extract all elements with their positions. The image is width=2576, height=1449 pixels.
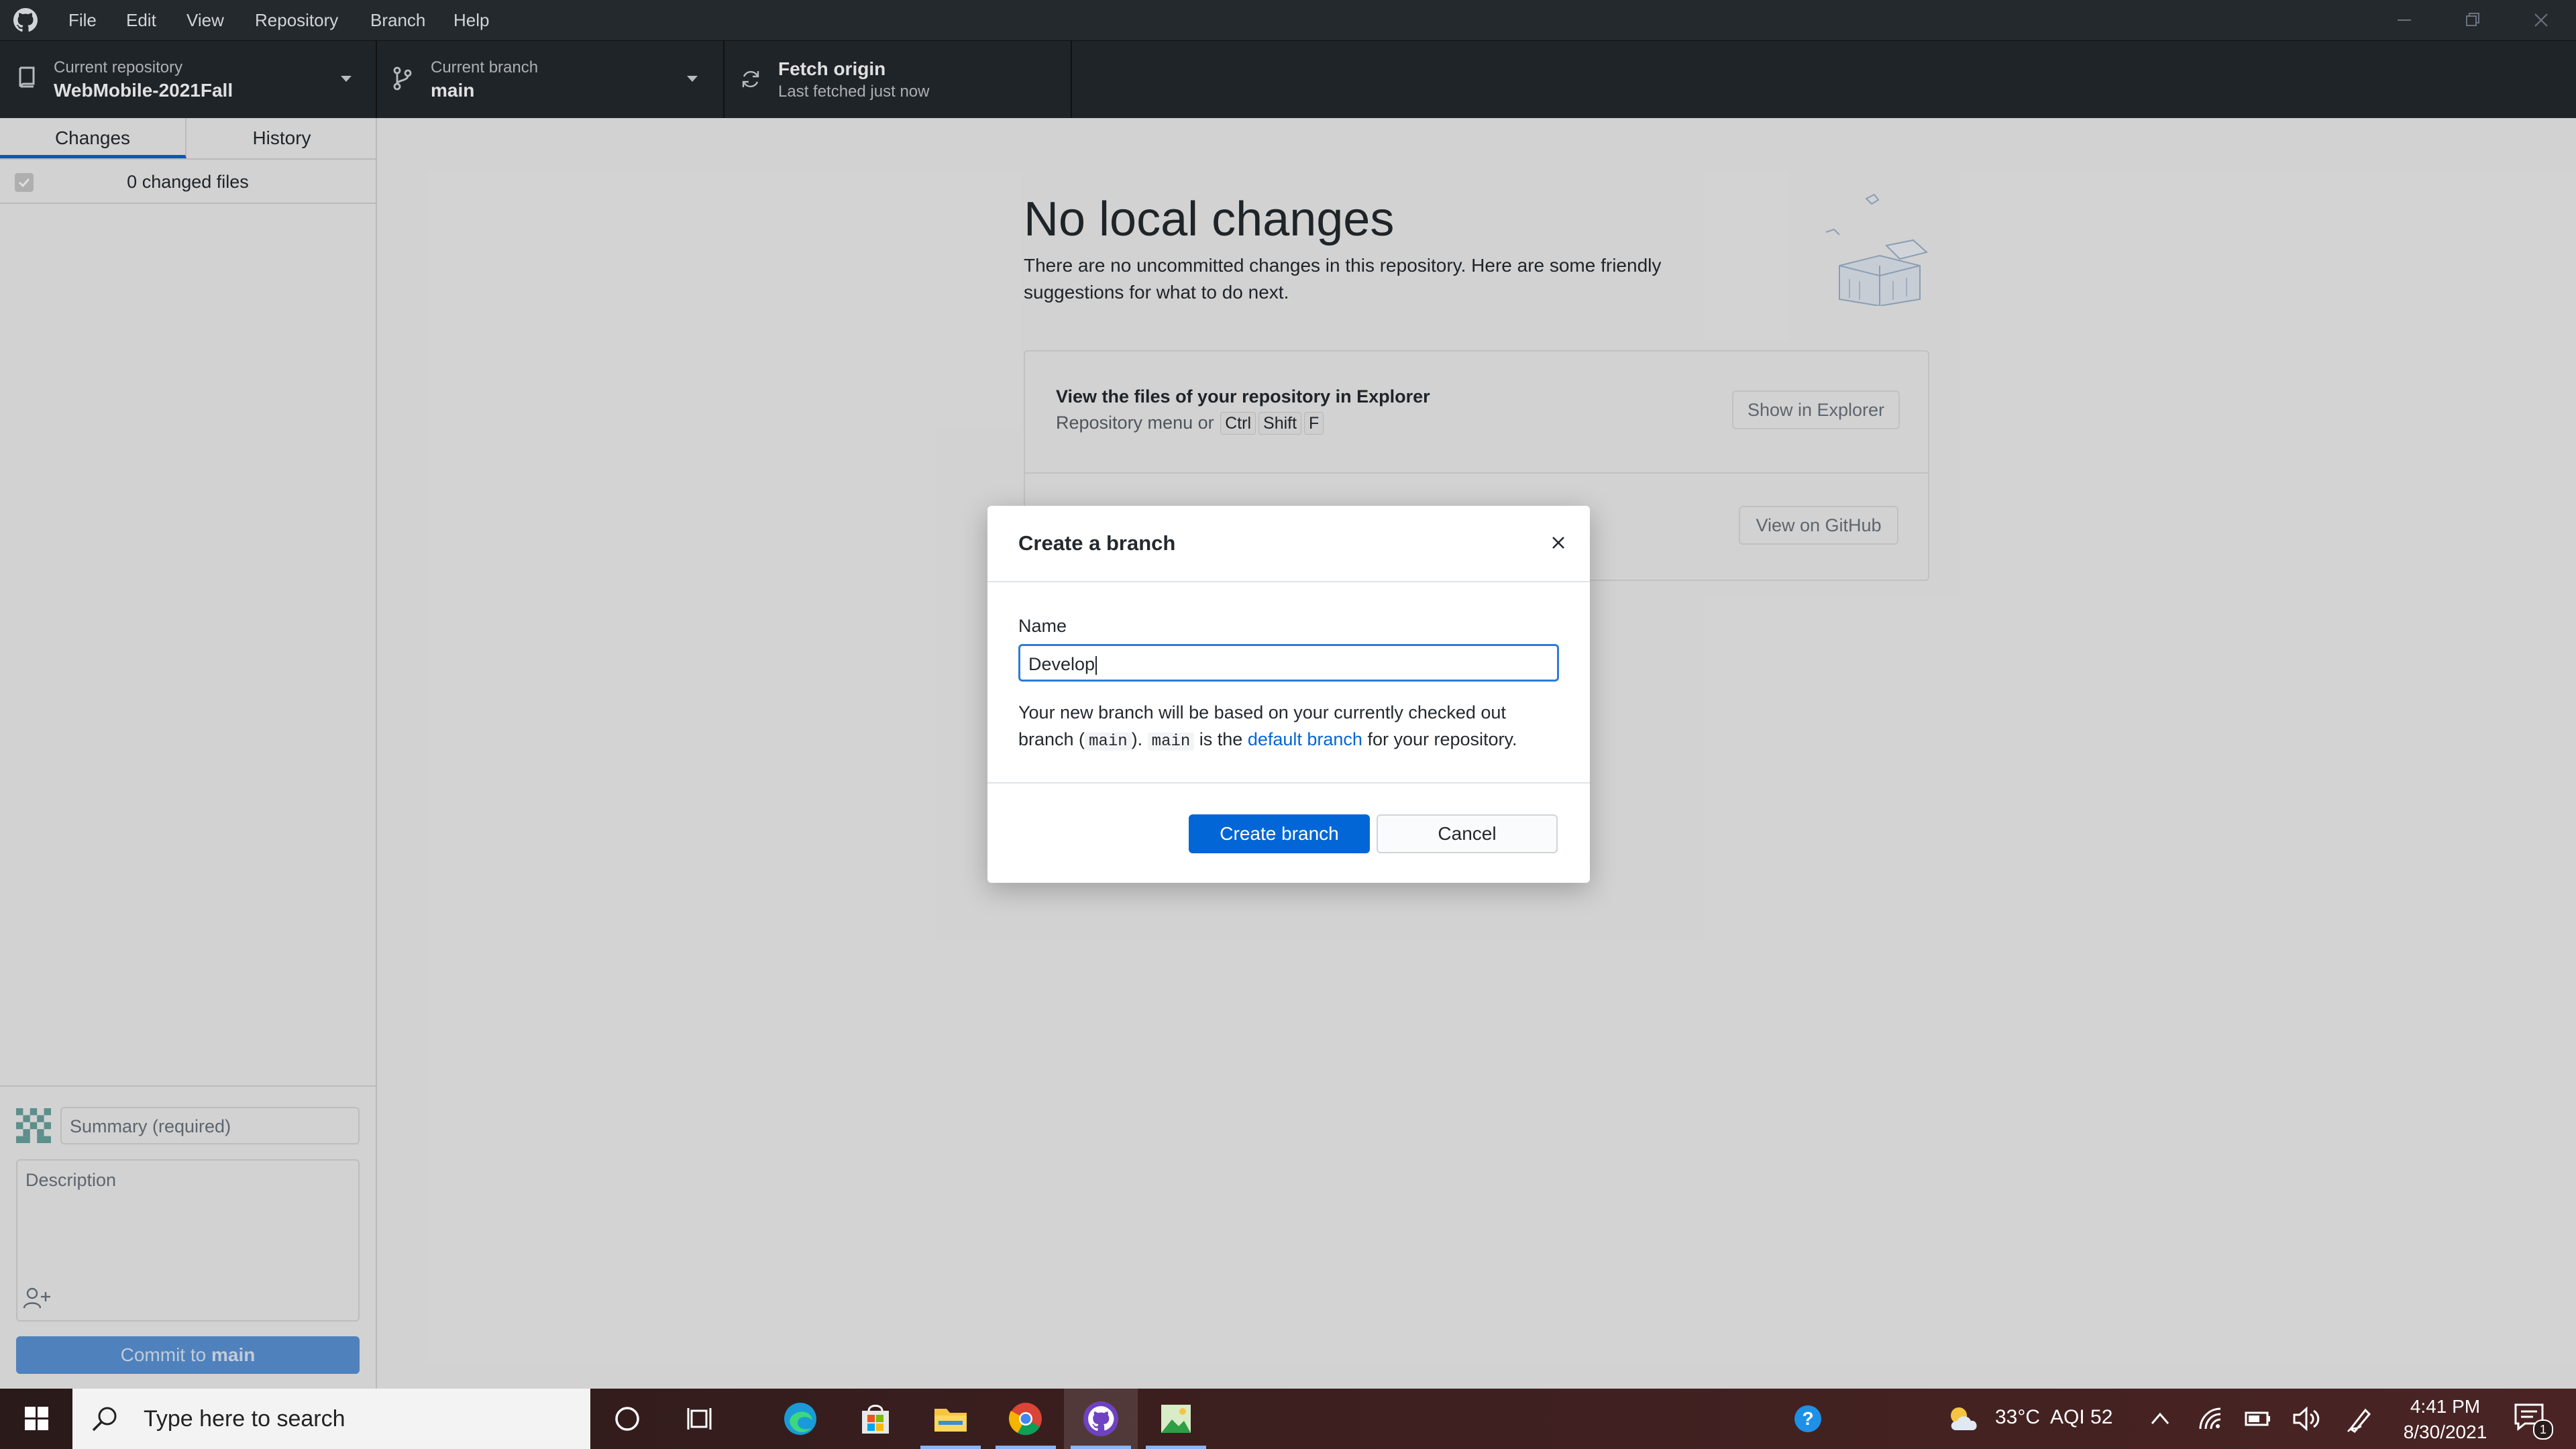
clock-date: 8/30/2021 [2403,1421,2487,1442]
cancel-button[interactable]: Cancel [1377,814,1558,853]
task-view-icon[interactable] [664,1389,738,1449]
text-cursor [1095,655,1097,675]
chevron-up-icon[interactable] [2149,1409,2171,1432]
branch-name-value: Develop [1028,654,1095,674]
menu-branch[interactable]: Branch [370,0,425,40]
name-label: Name [1018,616,1067,636]
menu-help[interactable]: Help [453,0,489,40]
volume-icon[interactable] [2292,1406,2321,1435]
cortana-icon[interactable] [590,1389,664,1449]
menu-edit[interactable]: Edit [126,0,156,40]
image-viewer-icon[interactable] [1139,1389,1213,1449]
branch-name-input[interactable]: Develop [1018,644,1559,682]
search-icon [90,1405,119,1438]
weather-icon[interactable] [1945,1403,1982,1436]
notification-badge: 1 [2533,1419,2553,1440]
restore-button[interactable] [2439,0,2506,40]
clock[interactable]: 4:41 PM 8/30/2021 [2395,1394,2496,1445]
close-window-button[interactable] [2508,0,2575,40]
dialog-title: Create a branch [1018,531,1176,555]
dialog-footer-divider [987,782,1590,784]
info-code-main-1: main [1085,733,1132,751]
github-logo-icon [13,8,38,32]
menu-repository[interactable]: Repository [255,0,338,40]
title-bar: File Edit View Repository Branch Help [0,0,2576,40]
taskbar: Type here to search ? 33°C AQI 52 4:41 P… [0,1389,2576,1449]
info-part-4: for your repository. [1362,729,1517,749]
info-code-main-2: main [1147,733,1195,751]
clock-time: 4:41 PM [2410,1396,2481,1417]
search-placeholder: Type here to search [144,1406,345,1432]
menu-file[interactable]: File [68,0,97,40]
wifi-icon[interactable] [2198,1406,2224,1435]
chrome-icon[interactable] [989,1389,1063,1449]
default-branch-link[interactable]: default branch [1248,729,1362,749]
info-part-3: is the [1194,729,1248,749]
microsoft-store-icon[interactable] [839,1389,912,1449]
menu-view[interactable]: View [186,0,224,40]
svg-text:?: ? [1802,1408,1813,1429]
create-branch-dialog: Create a branch Name Develop Your new br… [987,506,1590,883]
edge-browser-icon[interactable] [763,1389,837,1449]
file-explorer-icon[interactable] [914,1389,987,1449]
close-icon[interactable] [1548,533,1568,553]
help-icon[interactable]: ? [1778,1389,1838,1449]
weather-text[interactable]: 33°C AQI 52 [1995,1406,2112,1429]
dialog-header: Create a branch [987,506,1590,582]
info-part-2: ). [1131,729,1148,749]
taskbar-search-box[interactable]: Type here to search [72,1389,590,1449]
branch-info-text: Your new branch will be based on your cu… [1018,699,1562,755]
notification-icon[interactable]: 1 [2513,1402,2553,1440]
pen-icon[interactable] [2345,1405,2375,1436]
battery-icon[interactable] [2245,1410,2271,1431]
github-desktop-icon[interactable] [1064,1389,1138,1449]
start-button[interactable] [0,1389,74,1449]
create-branch-button[interactable]: Create branch [1189,814,1370,853]
minimize-button[interactable] [2371,0,2438,40]
